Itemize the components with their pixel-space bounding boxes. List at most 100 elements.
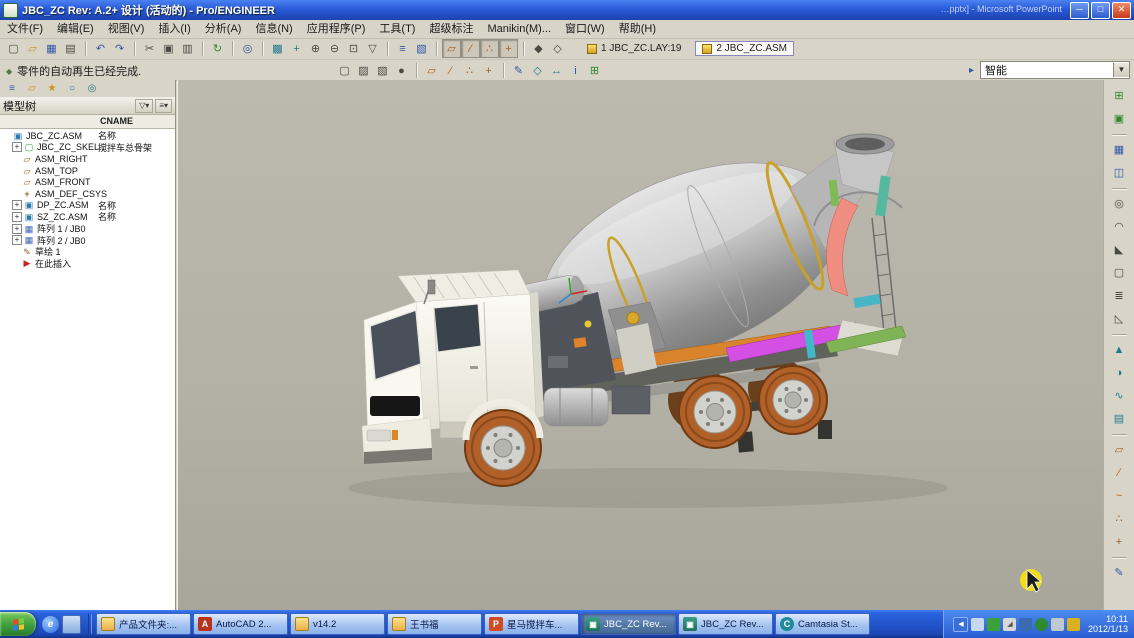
no-hidden-icon[interactable]: ▧ [373, 61, 392, 80]
tray-messenger-icon[interactable] [1019, 618, 1032, 631]
graphics-viewport[interactable] [177, 80, 1104, 610]
show-desktop-icon[interactable] [62, 615, 81, 634]
menu-item[interactable]: 应用程序(P) [300, 21, 373, 38]
tree-settings-dropdown-button[interactable]: ≡▾ [155, 99, 172, 113]
view-manager-icon[interactable]: ▧ [412, 39, 431, 58]
wireframe-icon[interactable]: ▢ [335, 61, 354, 80]
close-button[interactable]: ✕ [1112, 2, 1131, 19]
redo-icon[interactable]: ↷ [110, 39, 129, 58]
favorites-icon[interactable]: ★ [43, 80, 61, 97]
maximize-button[interactable]: □ [1091, 2, 1110, 19]
create-component-icon[interactable]: ▣ [1109, 108, 1130, 129]
extrude-icon[interactable]: ▲ [1109, 339, 1130, 360]
tree-item[interactable]: SZ_ZC.ASM 名称 [0, 211, 175, 223]
print-icon[interactable]: ▤ [61, 39, 80, 58]
expand-toggle[interactable] [12, 224, 22, 234]
tree-item[interactable]: ASM_DEF_CSYS [0, 188, 175, 200]
menu-item[interactable]: 插入(I) [151, 21, 197, 38]
expand-toggle[interactable] [12, 212, 22, 222]
datum-point-display-icon[interactable]: ∴ [480, 39, 499, 58]
copy-icon[interactable]: ▣ [159, 39, 178, 58]
datum-axis-icon[interactable]: ∕ [1109, 462, 1130, 483]
hidden-icons-chevron[interactable] [953, 617, 968, 632]
tray-green-icon[interactable] [987, 618, 1000, 631]
datum-plane-display-icon[interactable]: ▱ [442, 39, 461, 58]
component-icon[interactable]: ⊞ [585, 61, 604, 80]
taskbar-button[interactable]: 王书福 [387, 613, 482, 635]
fuel-tank[interactable] [544, 386, 650, 426]
zoom-out-icon[interactable]: ⊖ [325, 39, 344, 58]
minimize-button[interactable]: ─ [1070, 2, 1089, 19]
rear-wheel-1[interactable] [679, 376, 751, 448]
tree-item[interactable]: JBC_ZC_SKEL... 搅拌车总骨架 [0, 142, 175, 154]
datum-axis-tool-icon[interactable]: ∕ [441, 61, 460, 80]
menu-item[interactable]: 窗口(W) [558, 21, 612, 38]
csys-tool-icon[interactable]: + [479, 61, 498, 80]
menu-item[interactable]: Manikin(M)... [480, 21, 558, 38]
tray-display-icon[interactable] [971, 618, 984, 631]
tree-item[interactable]: 草绘 1 [0, 246, 175, 258]
tray-network-icon[interactable] [1051, 618, 1064, 631]
layers-icon[interactable]: ≡ [393, 39, 412, 58]
saved-views-icon[interactable]: ▽ [363, 39, 382, 58]
taskbar-button[interactable]: v14.2 [290, 613, 385, 635]
tree-item[interactable]: ASM_FRONT [0, 176, 175, 188]
datum-curve-icon[interactable]: ~ [1109, 485, 1130, 506]
repaint-icon[interactable]: ▩ [268, 39, 287, 58]
selection-filter-combobox[interactable]: 智能 ▼ [980, 61, 1130, 79]
internet-explorer-icon[interactable]: e [42, 616, 59, 633]
tree-item[interactable]: DP_ZC.ASM 名称 [0, 200, 175, 212]
tree-item[interactable]: JBC_ZC.ASM 名称 [0, 130, 175, 142]
refit-icon[interactable]: ⊡ [344, 39, 363, 58]
menu-item[interactable]: 超级标注 [422, 21, 480, 38]
taskbar-button[interactable]: 产品文件夹:... [96, 613, 191, 635]
model-tree-tab-icon[interactable]: ≡ [3, 80, 21, 97]
filter-dropdown-button[interactable]: ▼ [1113, 63, 1129, 77]
tree-item[interactable]: ASM_TOP [0, 165, 175, 177]
rib-icon[interactable]: ≣ [1109, 285, 1130, 306]
assemble-component-icon[interactable]: ⊞ [1109, 85, 1130, 106]
chamfer-icon[interactable]: ◣ [1109, 239, 1130, 260]
notes-display-icon[interactable]: ◇ [548, 39, 567, 58]
regenerate-icon[interactable]: ↻ [208, 39, 227, 58]
taskbar-button[interactable]: JBC_ZC Rev... [581, 613, 676, 635]
draft-icon[interactable]: ◺ [1109, 308, 1130, 329]
hole-icon[interactable]: ◎ [1109, 193, 1130, 214]
shaded-icon[interactable]: ● [392, 61, 411, 80]
mixer-truck-model[interactable] [178, 80, 1104, 610]
blend-icon[interactable]: ▤ [1109, 408, 1130, 429]
datum-point-icon[interactable]: ∴ [1109, 508, 1130, 529]
menu-item[interactable]: 视图(V) [101, 21, 152, 38]
csys-display-icon[interactable]: + [499, 39, 518, 58]
tree-item[interactable]: 在此插入 [0, 258, 175, 270]
expand-toggle[interactable] [12, 142, 22, 152]
tray-update-icon[interactable] [1067, 618, 1080, 631]
menu-item[interactable]: 帮助(H) [612, 21, 663, 38]
taskbar-button[interactable]: JBC_ZC Rev... [678, 613, 773, 635]
search-icon[interactable]: ◎ [238, 39, 257, 58]
discharge-chute[interactable] [827, 198, 881, 308]
menu-item[interactable]: 信息(N) [248, 21, 299, 38]
window-tab[interactable]: 1 JBC_ZC.LAY:19 [581, 42, 687, 55]
save-icon[interactable]: ▦ [42, 39, 61, 58]
spin-center-icon[interactable]: + [287, 39, 306, 58]
tray-volume-icon[interactable] [1003, 618, 1016, 631]
cut-icon[interactable]: ✂ [140, 39, 159, 58]
tree-item[interactable]: 阵列 2 / JB0 [0, 234, 175, 246]
datum-plane-tool-icon[interactable]: ▱ [422, 61, 441, 80]
start-button[interactable] [0, 612, 36, 636]
analysis-icon[interactable]: ◇ [528, 61, 547, 80]
menu-item[interactable]: 文件(F) [0, 21, 50, 38]
tree-item[interactable]: ASM_RIGHT [0, 153, 175, 165]
new-file-icon[interactable]: ▢ [4, 39, 23, 58]
annotation-display-icon[interactable]: ◆ [529, 39, 548, 58]
open-file-icon[interactable]: ▱ [23, 39, 42, 58]
menu-item[interactable]: 分析(A) [198, 21, 249, 38]
taskbar-button[interactable]: AutoCAD 2... [193, 613, 288, 635]
rear-wheel-2[interactable] [759, 366, 827, 434]
round-icon[interactable]: ◠ [1109, 216, 1130, 237]
hidden-line-icon[interactable]: ▨ [354, 61, 373, 80]
tray-antivirus-icon[interactable] [1035, 618, 1048, 631]
history-icon[interactable]: ○ [63, 80, 81, 97]
sketch-tool-icon[interactable]: ✎ [509, 61, 528, 80]
